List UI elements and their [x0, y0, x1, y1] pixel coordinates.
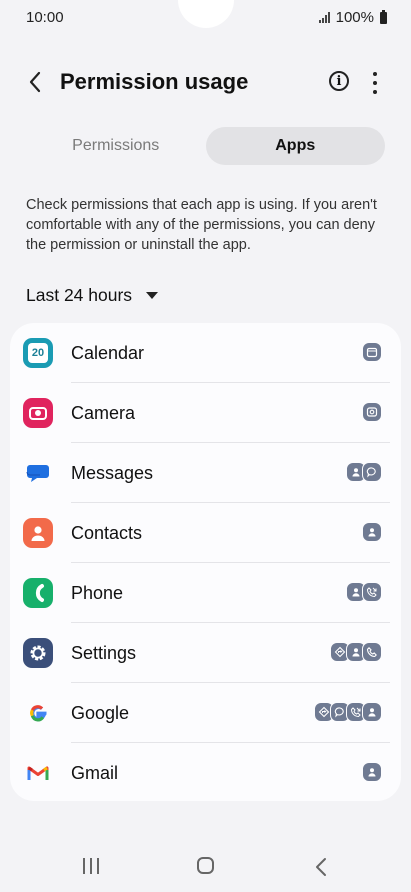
permission-icons	[346, 582, 382, 602]
battery-percent: 100%	[335, 9, 374, 26]
app-name: Phone	[71, 583, 124, 603]
calendar-icon: 20	[23, 338, 53, 368]
signal-icon	[318, 12, 330, 23]
permission-icons	[330, 642, 382, 662]
info-button[interactable]: i	[329, 71, 349, 91]
settings-icon	[23, 638, 53, 668]
status-bar: 10:00 100%	[0, 0, 411, 34]
page-title: Permission usage	[60, 69, 249, 94]
permission-icons	[346, 462, 382, 482]
description-text: Check permissions that each app is using…	[26, 197, 377, 253]
contacts-permission-icon	[362, 762, 382, 782]
home-button[interactable]	[197, 857, 214, 874]
app-row-google[interactable]: Google	[10, 683, 401, 743]
camera-icon	[23, 398, 53, 428]
dropdown-caret-icon	[146, 292, 159, 299]
permission-icons	[362, 342, 382, 362]
phone-icon	[23, 578, 53, 608]
contacts-permission-icon	[362, 702, 382, 722]
call-log-permission-icon	[362, 582, 382, 602]
nav-back-icon	[316, 858, 326, 876]
messages-icon	[23, 458, 53, 488]
camera-notch	[178, 0, 234, 28]
recents-button[interactable]	[83, 858, 99, 874]
app-name: Contacts	[71, 523, 143, 543]
app-list: 20 Calendar Camera Messages Contacts Pho…	[10, 323, 401, 801]
permission-icons	[362, 522, 382, 542]
permission-icons	[362, 762, 382, 782]
app-row-messages[interactable]: Messages	[10, 443, 401, 503]
back-arrow-icon	[29, 71, 41, 93]
app-name: Camera	[71, 403, 136, 423]
tab-permissions[interactable]: Permissions	[26, 127, 206, 165]
app-row-settings[interactable]: Settings	[10, 623, 401, 683]
contacts-permission-icon	[362, 522, 382, 542]
navigation-bar	[0, 842, 411, 892]
time-filter-dropdown[interactable]: Last 24 hours	[26, 285, 159, 306]
app-name: Google	[71, 703, 130, 723]
app-bar: Permission usage i	[0, 58, 411, 108]
app-name: Settings	[71, 643, 137, 663]
nav-back-button[interactable]	[315, 857, 327, 882]
app-row-contacts[interactable]: Contacts	[10, 503, 401, 563]
tab-bar: Permissions Apps	[26, 127, 385, 165]
status-indicators: 100%	[318, 9, 387, 26]
contacts-icon	[23, 518, 53, 548]
sms-permission-icon	[362, 462, 382, 482]
phone-permission-icon	[362, 642, 382, 662]
app-row-calendar[interactable]: 20 Calendar	[10, 323, 401, 383]
permission-icons	[314, 702, 382, 722]
app-name: Messages	[71, 463, 154, 483]
google-icon	[23, 698, 53, 728]
camera-permission-icon	[362, 402, 382, 422]
permission-icons	[362, 402, 382, 422]
back-button[interactable]	[20, 67, 50, 97]
app-row-gmail[interactable]: Gmail	[10, 743, 401, 801]
gmail-icon	[23, 758, 53, 788]
tab-apps[interactable]: Apps	[205, 127, 385, 165]
info-icon: i	[336, 73, 342, 89]
app-name: Calendar	[71, 343, 145, 363]
calendar-permission-icon	[362, 342, 382, 362]
app-name: Gmail	[71, 763, 119, 783]
status-time: 10:00	[26, 9, 64, 26]
app-row-camera[interactable]: Camera	[10, 383, 401, 443]
time-filter-label: Last 24 hours	[26, 285, 133, 305]
more-options-button[interactable]	[365, 72, 385, 94]
app-row-phone[interactable]: Phone	[10, 563, 401, 623]
battery-icon	[380, 9, 387, 24]
